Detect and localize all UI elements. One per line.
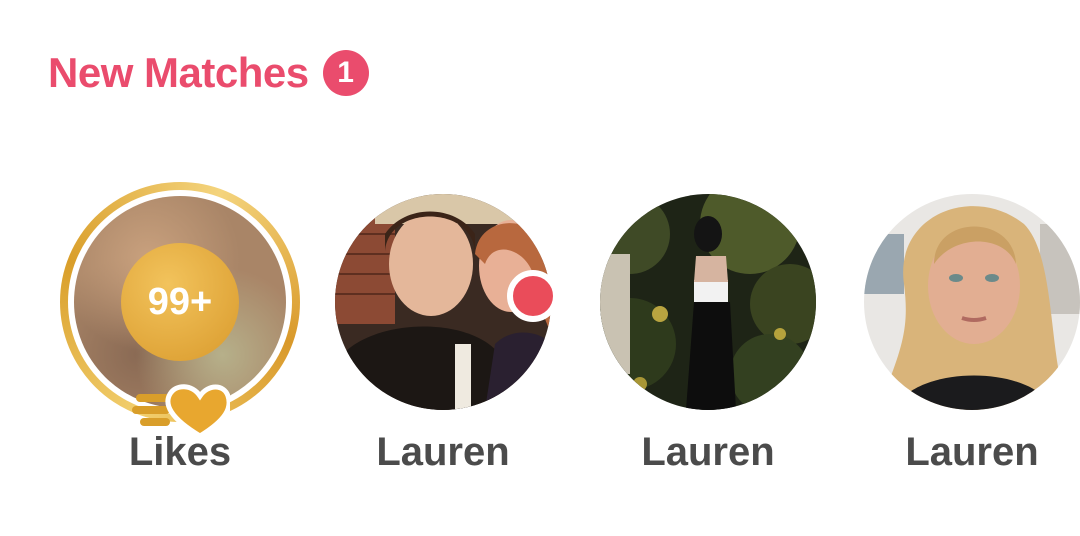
likes-gold-ring: 99+ [60,182,300,439]
new-matches-count-badge: 1 [322,50,369,96]
match-item[interactable]: Lauren [323,182,563,475]
new-matches-screen: New Matches 1 99+ Likes Lauren Lauren La… [0,0,1080,536]
section-header: New Matches 1 [48,48,369,98]
avatar [600,194,816,410]
avatar [864,194,1080,410]
likes-tile[interactable]: 99+ Likes [60,182,300,475]
likes-count: 99+ [121,243,239,361]
match-name: Lauren [376,430,510,474]
match-item[interactable]: Lauren [852,182,1080,475]
match-name: Lauren [641,430,775,474]
section-title: New Matches [48,49,309,96]
match-item[interactable]: Lauren [588,182,828,475]
gold-heart-icon [132,384,230,439]
new-match-indicator [507,270,559,322]
match-name: Lauren [905,430,1039,474]
